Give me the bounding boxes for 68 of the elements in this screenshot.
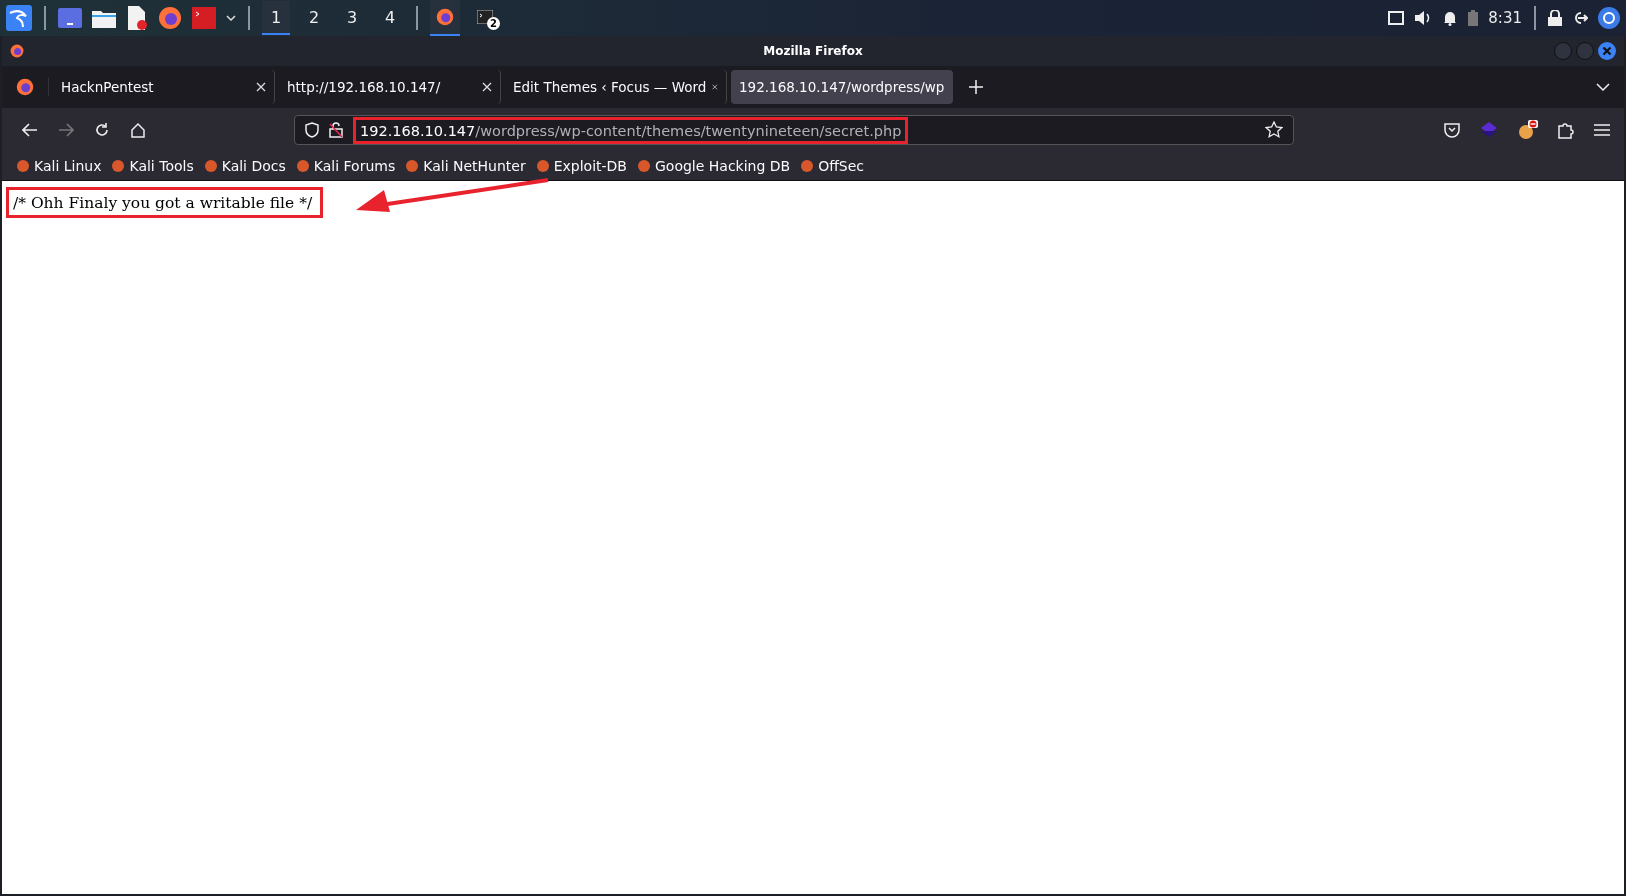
browser-tab[interactable]: HacknPentest: [53, 70, 275, 104]
workspace-button[interactable]: 3: [338, 1, 366, 35]
close-icon[interactable]: [712, 82, 718, 92]
bell-icon[interactable]: [1442, 10, 1459, 26]
network-icon[interactable]: [1388, 11, 1405, 25]
caret-icon[interactable]: [226, 15, 236, 21]
favicon-icon: [800, 159, 815, 173]
close-icon[interactable]: [482, 82, 492, 92]
folder-icon[interactable]: [92, 8, 116, 28]
bookmark-link[interactable]: Google Hacking DB: [637, 158, 791, 174]
browser-tab[interactable]: Edit Themes ‹ Focus — Word: [505, 70, 727, 104]
page-text: /* Ohh Finaly you got a writable file */: [13, 194, 313, 212]
reload-icon[interactable]: [94, 122, 110, 138]
firefox-icon[interactable]: [16, 78, 34, 96]
chevron-down-icon[interactable]: [1596, 83, 1610, 91]
back-arrow-icon[interactable]: [22, 123, 38, 137]
tab-title: 192.168.10.147/wordpress/wp: [739, 79, 945, 95]
shield-icon[interactable]: [305, 122, 319, 138]
tab-title: http://192.168.10.147/: [287, 79, 441, 95]
star-icon[interactable]: [1265, 121, 1283, 139]
bookmark-link[interactable]: OffSec: [800, 158, 865, 174]
bookmark-link[interactable]: Exploit-DB: [535, 158, 627, 174]
extension-blocked-icon[interactable]: [1518, 120, 1538, 140]
taskbar-app-button[interactable]: 2: [470, 0, 500, 36]
favicon-icon: [111, 159, 126, 173]
window-title: Mozilla Firefox: [763, 44, 863, 58]
bookmark-link[interactable]: Kali Linux: [16, 158, 102, 174]
favicon-icon: [535, 159, 550, 173]
favicon-icon: [203, 159, 218, 173]
firefox-icon: [10, 44, 24, 58]
insecure-lock-icon[interactable]: [329, 122, 343, 138]
lock-icon[interactable]: [1548, 10, 1562, 26]
pocket-icon[interactable]: [1444, 122, 1460, 138]
browser-tab[interactable]: 192.168.10.147/wordpress/wp: [731, 70, 953, 104]
workspace-button[interactable]: 1: [262, 1, 290, 35]
taskbar-app-button[interactable]: [430, 0, 460, 36]
dragon-logo-icon[interactable]: [6, 5, 32, 31]
favicon-icon: [405, 159, 420, 173]
logout-icon[interactable]: [1572, 11, 1588, 25]
favicon-icon: [295, 159, 310, 173]
favicon-icon: [637, 159, 651, 173]
bookmark-link[interactable]: Kali NetHunter: [405, 158, 526, 174]
battery-icon[interactable]: [1468, 10, 1479, 26]
home-icon[interactable]: [130, 122, 146, 138]
tab-title: HacknPentest: [61, 79, 154, 95]
bookmark-link[interactable]: Kali Docs: [203, 158, 286, 174]
power-circle-icon[interactable]: [1598, 7, 1620, 29]
menu-icon[interactable]: [1594, 123, 1610, 137]
clock[interactable]: 8:31: [1488, 9, 1522, 27]
workspace-button[interactable]: 2: [300, 1, 328, 35]
document-edit-icon[interactable]: [126, 6, 148, 30]
url-text: 192.168.10.147/wordpress/wp-content/themes/twentynineteen/secret.php: [360, 122, 902, 139]
bookmark-link[interactable]: Kali Tools: [111, 158, 194, 174]
firefox-icon: [436, 8, 454, 26]
forward-arrow-icon[interactable]: [58, 123, 74, 137]
close-icon[interactable]: [256, 82, 266, 92]
puzzle-icon[interactable]: [1558, 121, 1574, 139]
browser-tab[interactable]: http://192.168.10.147/: [279, 70, 501, 104]
plus-icon[interactable]: [969, 80, 983, 94]
desktop-icon[interactable]: [58, 8, 82, 28]
close-icon[interactable]: [1598, 42, 1616, 60]
tab-title: Edit Themes ‹ Focus — Word: [513, 79, 707, 95]
count-badge: 2: [487, 17, 500, 30]
address-bar[interactable]: 192.168.10.147/wordpress/wp-content/themes/twentynineteen/secret.php: [294, 115, 1294, 145]
firefox-icon[interactable]: [158, 6, 182, 30]
bookmark-link[interactable]: Kali Forums: [295, 158, 396, 174]
workspace-button[interactable]: 4: [376, 1, 404, 35]
favicon-icon: [16, 159, 30, 173]
